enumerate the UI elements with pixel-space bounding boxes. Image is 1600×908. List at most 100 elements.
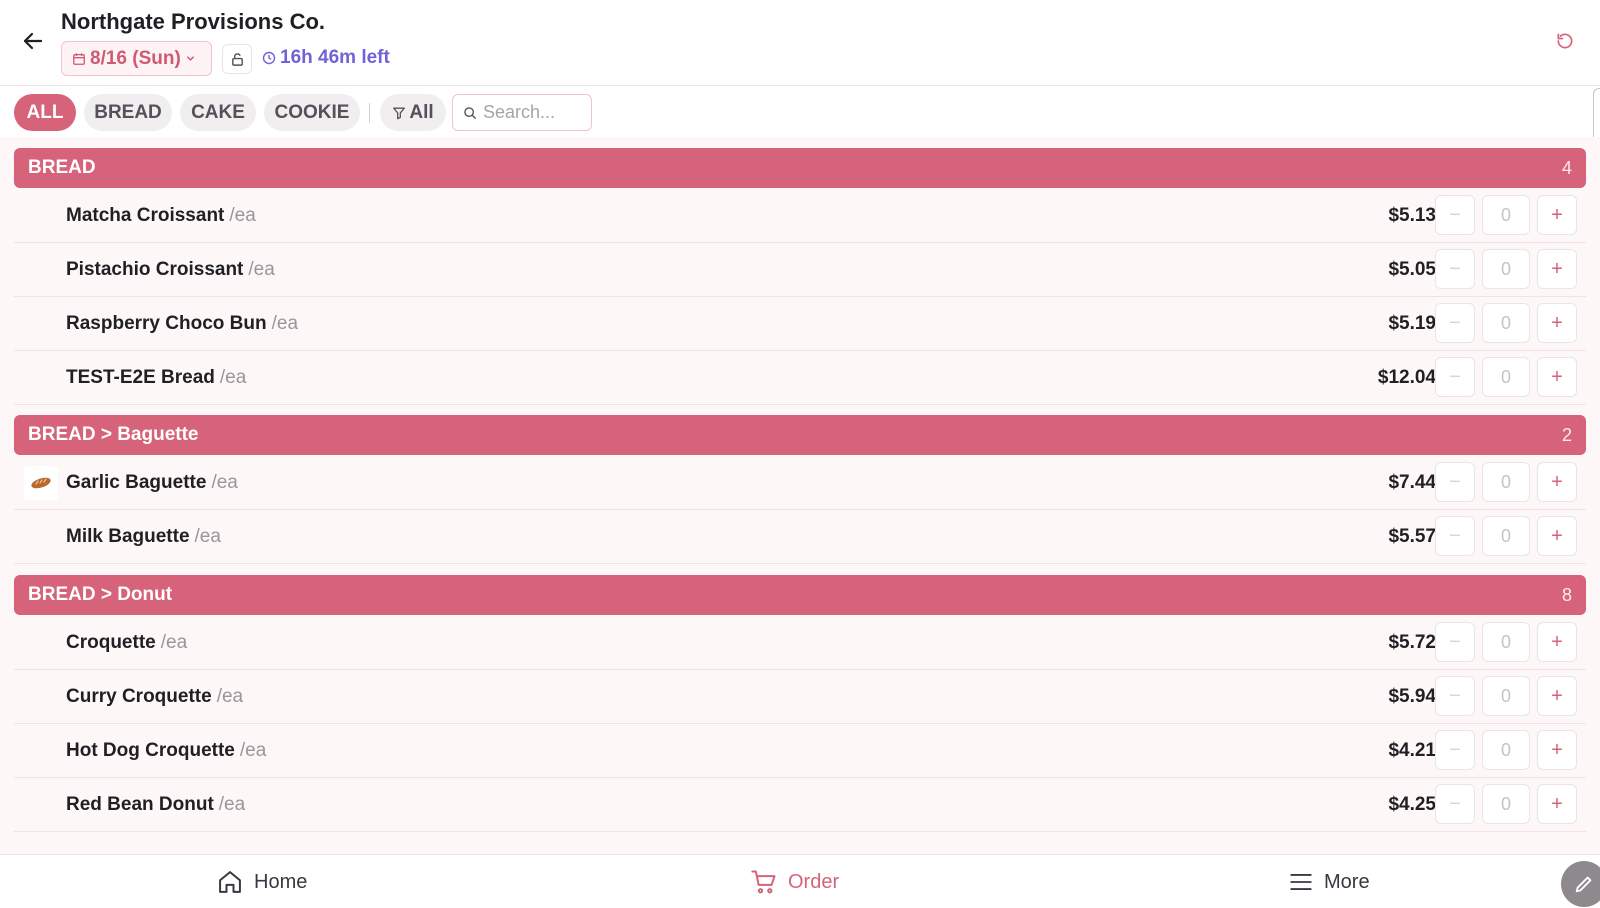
quantity-field[interactable]: 0 (1482, 676, 1530, 716)
search-box (452, 94, 592, 131)
time-left-label: 16h 46m left (280, 47, 390, 68)
product-thumbnail (24, 466, 58, 500)
product-unit: /ea (248, 258, 275, 280)
increase-qty-button[interactable]: + (1537, 516, 1577, 556)
product-row: Garlic Baguette/ea $7.44 − 0 + (14, 456, 1586, 510)
quantity-field[interactable]: 0 (1482, 622, 1530, 662)
product-list: BREAD 4 Matcha Croissant/ea $5.13 − 0 + … (0, 137, 1600, 854)
nav-home-label: Home (254, 870, 308, 893)
category-pill-all[interactable]: ALL (14, 94, 76, 131)
increase-qty-button[interactable]: + (1537, 730, 1577, 770)
product-price: $5.13 (1388, 204, 1436, 226)
product-price: $5.19 (1388, 312, 1436, 334)
product-row: Raspberry Choco Bun/ea $5.19 − 0 + (14, 297, 1586, 351)
quantity-field[interactable]: 0 (1482, 357, 1530, 397)
group-count: 2 (1561, 424, 1572, 445)
category-pill-cake[interactable]: CAKE (180, 94, 256, 131)
nav-more[interactable]: More (1288, 855, 1370, 908)
product-row: Croquette/ea $5.72 − 0 + (14, 616, 1586, 670)
product-name: Croquette (66, 631, 156, 653)
increase-qty-button[interactable]: + (1537, 303, 1577, 343)
clock-icon (262, 51, 276, 65)
nav-more-label: More (1324, 870, 1370, 893)
quantity-field[interactable]: 0 (1482, 195, 1530, 235)
group-count: 4 (1561, 157, 1572, 178)
date-selector[interactable]: 8/16 (Sun) (61, 41, 212, 76)
edit-fab-button[interactable] (1561, 861, 1600, 907)
decrease-qty-button[interactable]: − (1435, 249, 1475, 289)
product-name: TEST-E2E Bread (66, 366, 215, 388)
calendar-icon (73, 52, 85, 65)
category-pill-cookie[interactable]: COOKIE (264, 94, 360, 131)
product-price: $12.04 (1377, 366, 1436, 388)
chevron-down-icon (186, 56, 194, 61)
group-header: BREAD > Baguette 2 (14, 415, 1586, 455)
search-input[interactable] (483, 102, 583, 123)
product-unit: /ea (194, 525, 221, 547)
increase-qty-button[interactable]: + (1537, 249, 1577, 289)
quantity-field[interactable]: 0 (1482, 249, 1530, 289)
filter-label: All (409, 101, 434, 123)
decrease-qty-button[interactable]: − (1435, 462, 1475, 502)
product-name: Raspberry Choco Bun (66, 312, 267, 334)
increase-qty-button[interactable]: + (1537, 784, 1577, 824)
back-button[interactable] (18, 26, 48, 56)
quantity-field[interactable]: 0 (1482, 730, 1530, 770)
lock-toggle[interactable] (222, 44, 252, 74)
decrease-qty-button[interactable]: − (1435, 303, 1475, 343)
increase-qty-button[interactable]: + (1537, 676, 1577, 716)
filter-button[interactable]: All (380, 94, 446, 131)
time-remaining: 16h 46m left (262, 47, 390, 69)
bottom-nav: Home Order More (0, 854, 1600, 908)
nav-order-label: Order (788, 870, 840, 893)
product-unit: /ea (229, 204, 256, 226)
decrease-qty-button[interactable]: − (1435, 784, 1475, 824)
increase-qty-button[interactable]: + (1537, 622, 1577, 662)
product-name: Curry Croquette (66, 685, 212, 707)
app-root: Northgate Provisions Co. 8/16 (Sun) 16h … (0, 0, 1600, 908)
quantity-field[interactable]: 0 (1482, 303, 1530, 343)
increase-qty-button[interactable]: + (1537, 462, 1577, 502)
filter-divider (369, 103, 370, 123)
product-row: Curry Croquette/ea $5.94 − 0 + (14, 670, 1586, 724)
product-name: Matcha Croissant (66, 204, 225, 226)
page-title: Northgate Provisions Co. (61, 9, 326, 34)
product-unit: /ea (160, 631, 188, 653)
decrease-qty-button[interactable]: − (1435, 195, 1475, 235)
quantity-field[interactable]: 0 (1482, 784, 1530, 824)
product-price: $5.94 (1388, 685, 1436, 707)
product-name: Pistachio Croissant (66, 258, 244, 280)
decrease-qty-button[interactable]: − (1435, 622, 1475, 662)
unlock-icon (231, 52, 243, 66)
nav-home[interactable]: Home (216, 855, 307, 908)
quantity-field[interactable]: 0 (1482, 516, 1530, 556)
increase-qty-button[interactable]: + (1537, 357, 1577, 397)
home-icon (219, 871, 241, 893)
quantity-field[interactable]: 0 (1482, 462, 1530, 502)
product-unit: /ea (271, 312, 299, 334)
product-row: TEST-E2E Bread/ea $12.04 − 0 + (14, 351, 1586, 405)
funnel-icon (393, 107, 406, 119)
product-row: Pistachio Croissant/ea $5.05 − 0 + (14, 243, 1586, 297)
product-price: $5.72 (1388, 631, 1436, 653)
product-unit: /ea (239, 739, 267, 761)
refresh-button[interactable] (1552, 28, 1578, 54)
decrease-qty-button[interactable]: − (1435, 357, 1475, 397)
product-row: Matcha Croissant/ea $5.13 − 0 + (14, 189, 1586, 243)
nav-order[interactable]: Order (750, 855, 839, 908)
arrow-left-icon (23, 32, 43, 50)
group-header: BREAD 4 (14, 148, 1586, 188)
decrease-qty-button[interactable]: − (1435, 730, 1475, 770)
product-unit: /ea (219, 366, 247, 388)
product-unit: /ea (218, 793, 246, 815)
search-icon (464, 106, 476, 119)
product-unit: /ea (211, 471, 238, 493)
category-pill-bread[interactable]: BREAD (84, 94, 172, 131)
product-price: $7.44 (1388, 471, 1436, 493)
decrease-qty-button[interactable]: − (1435, 676, 1475, 716)
decrease-qty-button[interactable]: − (1435, 516, 1475, 556)
product-name: Hot Dog Croquette (66, 739, 235, 761)
date-label: 8/16 (Sun) (90, 47, 181, 69)
product-name: Garlic Baguette (66, 471, 207, 493)
increase-qty-button[interactable]: + (1537, 195, 1577, 235)
